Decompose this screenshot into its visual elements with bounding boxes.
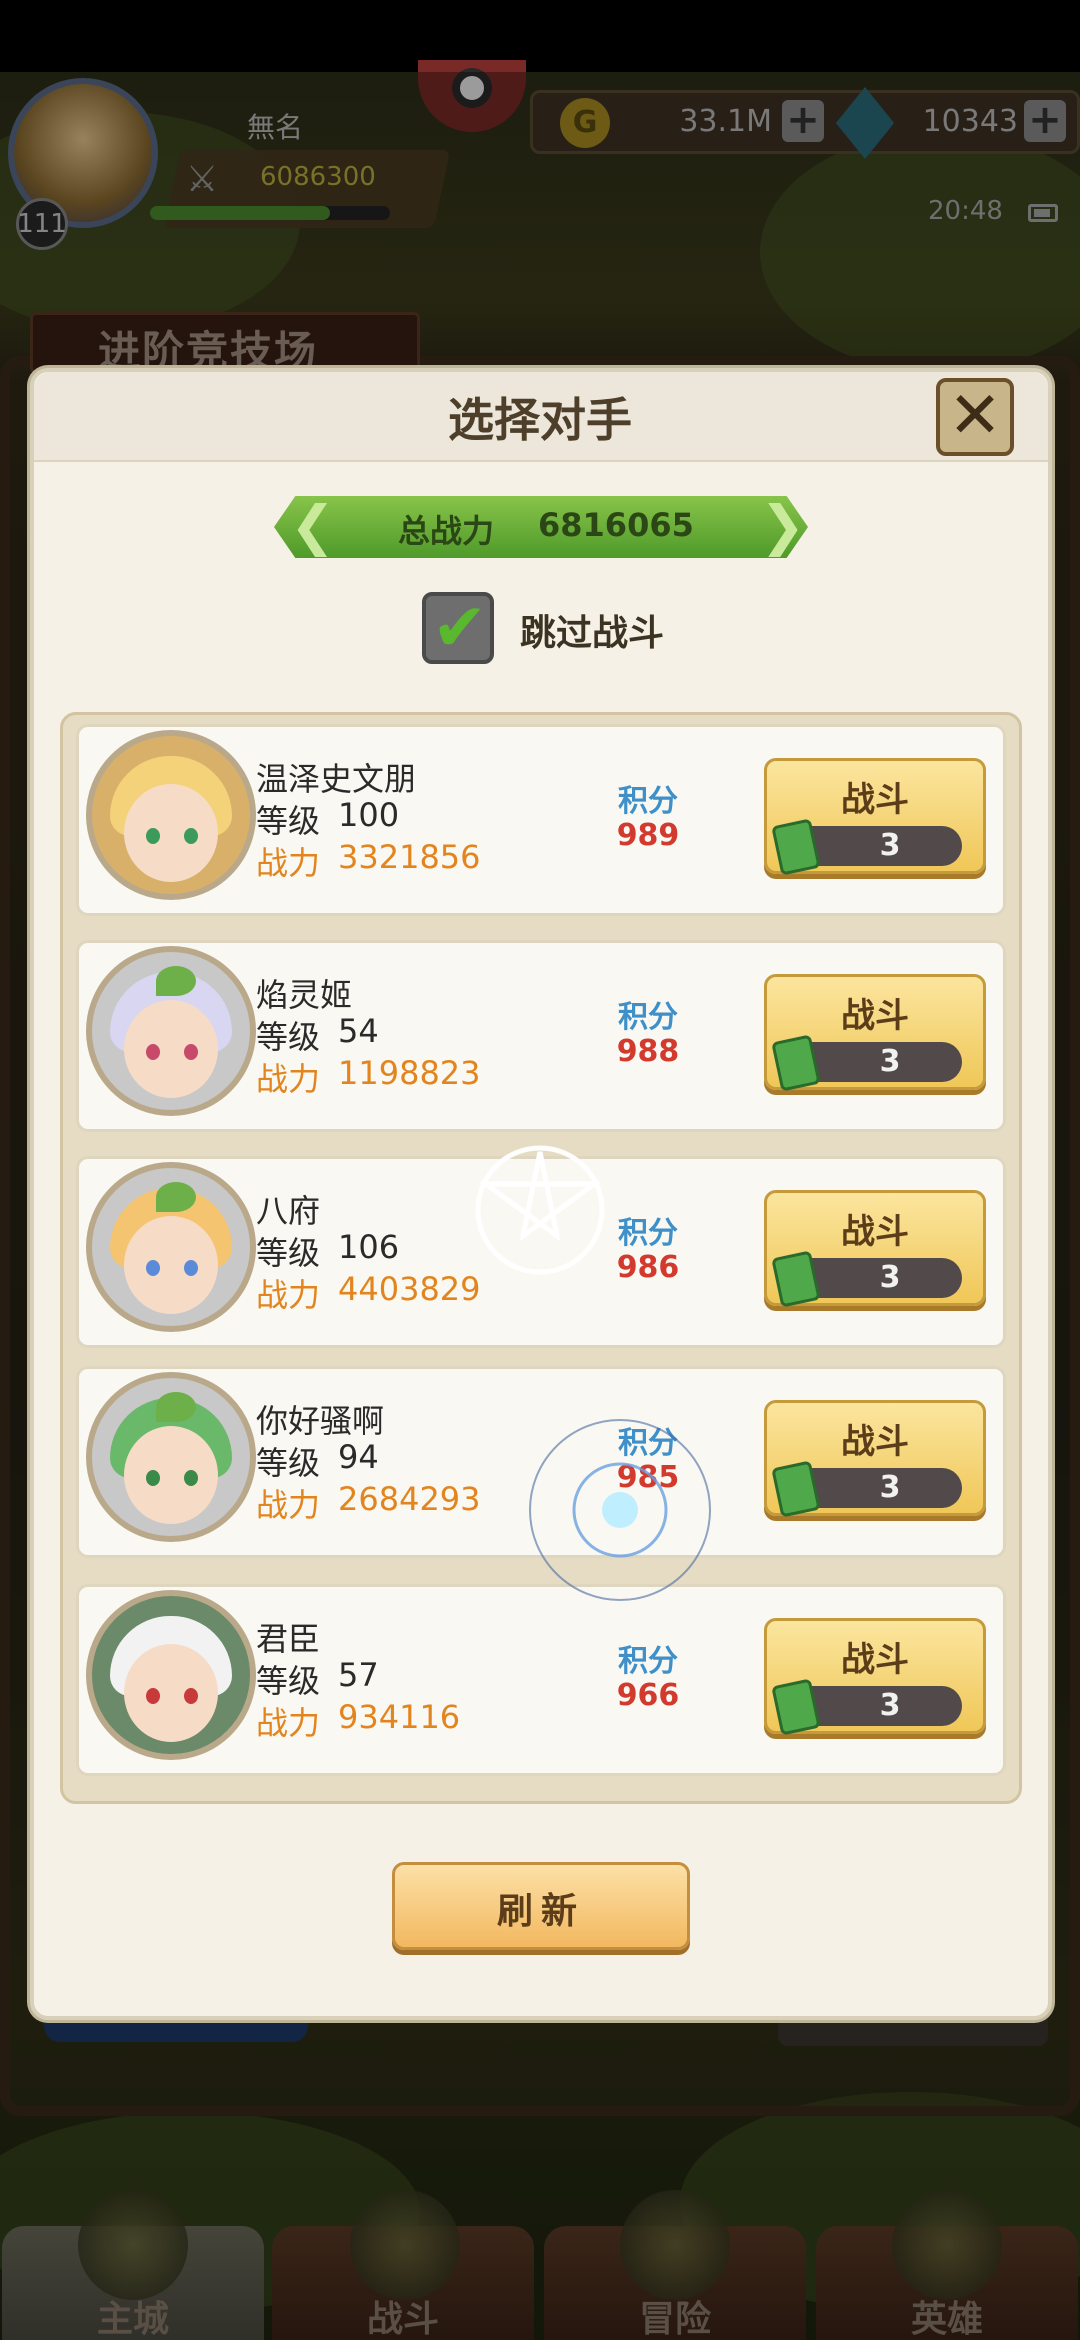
- opponent-level-label: 等级: [256, 1444, 321, 1482]
- opponent-power-label: 战力: [256, 1704, 321, 1742]
- opponent-score-label: 积分: [618, 1216, 678, 1251]
- opponent-power-value: 1198823: [338, 1054, 481, 1092]
- skip-battle-checkbox[interactable]: ✔: [422, 592, 494, 664]
- close-icon: ✕: [948, 379, 1002, 453]
- opponent-name: 君臣: [256, 1620, 321, 1658]
- fight-button-label: 战斗: [841, 1212, 909, 1252]
- opponent-power-value: 2684293: [338, 1480, 481, 1518]
- opponent-level-value: 57: [338, 1656, 379, 1694]
- opponent-avatar[interactable]: [86, 1162, 256, 1332]
- opponent-score-value: 989: [616, 818, 680, 853]
- opponent-power-value: 4403829: [338, 1270, 481, 1308]
- opponent-power-label: 战力: [256, 1276, 321, 1314]
- fight-button-label: 战斗: [841, 1640, 909, 1680]
- opponent-level-label: 等级: [256, 1662, 321, 1700]
- opponent-name: 八府: [256, 1192, 321, 1230]
- chevron-left-icon: ❮: [290, 494, 336, 557]
- glowing-orb-effect: [529, 1419, 711, 1601]
- opponent-score-value: 966: [616, 1678, 680, 1713]
- opponent-avatar[interactable]: [86, 730, 256, 900]
- ticket-count: 3: [879, 1688, 901, 1723]
- opponent-power-label: 战力: [256, 1486, 321, 1524]
- fight-button-label: 战斗: [841, 1422, 909, 1462]
- ticket-count: 3: [879, 1044, 901, 1079]
- ticket-count: 3: [879, 1260, 901, 1295]
- ticket-count: 3: [879, 828, 901, 863]
- skip-battle-label: 跳过战斗: [520, 613, 665, 654]
- opponent-level-value: 106: [338, 1228, 400, 1266]
- opponent-level-value: 54: [338, 1012, 379, 1050]
- opponent-level-value: 100: [338, 796, 400, 834]
- dialog-title: 选择对手: [448, 393, 632, 447]
- opponent-power-value: 934116: [338, 1698, 461, 1736]
- status-bar-strip: [0, 0, 1080, 72]
- opponent-score-label: 积分: [618, 784, 678, 819]
- fight-button-label: 战斗: [841, 780, 909, 820]
- opponent-name: 你好骚啊: [256, 1402, 385, 1440]
- opponent-power-value: 3321856: [338, 838, 481, 876]
- opponent-power-label: 战力: [256, 1060, 321, 1098]
- sparkle-star-effect: [475, 1145, 605, 1275]
- opponent-avatar[interactable]: [86, 1590, 256, 1760]
- ticket-count: 3: [879, 1470, 901, 1505]
- total-power-label: 总战力: [398, 512, 495, 550]
- total-power-value: 6816065: [538, 506, 694, 544]
- opponent-name: 温泽史文朋: [256, 760, 417, 798]
- opponent-level-label: 等级: [256, 1234, 321, 1272]
- checkmark-icon: ✔: [432, 589, 488, 666]
- opponent-score-label: 积分: [618, 1000, 678, 1035]
- refresh-button-label: 刷新: [496, 1891, 585, 1932]
- opponent-level-value: 94: [338, 1438, 379, 1476]
- opponent-name: 焰灵姬: [256, 976, 353, 1014]
- chevron-right-icon: ❯: [760, 494, 806, 557]
- fight-button-label: 战斗: [841, 996, 909, 1036]
- opponent-avatar[interactable]: [86, 1372, 256, 1542]
- opponent-score-value: 988: [616, 1034, 680, 1069]
- opponent-level-label: 等级: [256, 802, 321, 840]
- close-button[interactable]: ✕: [936, 378, 1014, 456]
- opponent-avatar[interactable]: [86, 946, 256, 1116]
- opponent-level-label: 等级: [256, 1018, 321, 1056]
- opponent-score-label: 积分: [618, 1644, 678, 1679]
- opponent-power-label: 战力: [256, 844, 321, 882]
- opponent-score-value: 986: [616, 1250, 680, 1285]
